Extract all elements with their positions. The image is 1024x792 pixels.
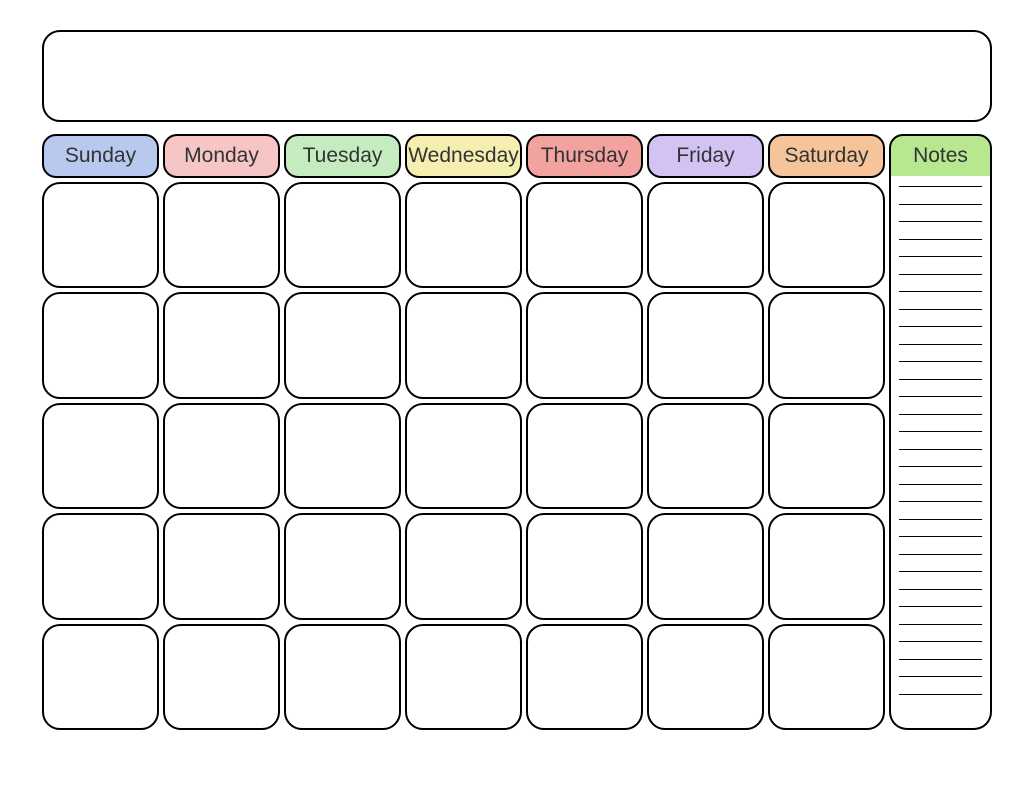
header-label: Saturday	[784, 144, 868, 168]
note-line	[899, 256, 982, 257]
day-cell	[526, 182, 643, 288]
day-cell	[526, 292, 643, 398]
header-monday: Monday	[163, 134, 280, 178]
note-line	[899, 379, 982, 380]
note-line	[899, 274, 982, 275]
day-cell	[647, 624, 764, 730]
header-sunday: Sunday	[42, 134, 159, 178]
header-label: Notes	[913, 144, 968, 168]
note-line	[899, 554, 982, 555]
calendar-grid: Sunday Monday Tuesday Wednesday Thursday…	[42, 134, 992, 730]
day-cell	[405, 403, 522, 509]
note-line	[899, 186, 982, 187]
header-label: Wednesday	[408, 144, 519, 168]
note-line	[899, 694, 982, 695]
note-line	[899, 484, 982, 485]
day-cell	[42, 182, 159, 288]
day-cell	[647, 403, 764, 509]
day-cell	[647, 182, 764, 288]
header-thursday: Thursday	[526, 134, 643, 178]
note-line	[899, 396, 982, 397]
day-cell	[647, 292, 764, 398]
note-line	[899, 606, 982, 607]
note-line	[899, 449, 982, 450]
note-line	[899, 221, 982, 222]
note-line	[899, 344, 982, 345]
day-cell	[42, 624, 159, 730]
header-friday: Friday	[647, 134, 764, 178]
day-cell	[284, 182, 401, 288]
day-cell	[284, 292, 401, 398]
note-line	[899, 624, 982, 625]
day-cell	[163, 403, 280, 509]
note-line	[899, 414, 982, 415]
note-line	[899, 239, 982, 240]
note-line	[899, 659, 982, 660]
day-cell	[163, 624, 280, 730]
day-cell	[768, 403, 885, 509]
note-line	[899, 204, 982, 205]
day-cell	[163, 513, 280, 619]
note-line	[899, 431, 982, 432]
note-line	[899, 589, 982, 590]
note-line	[899, 291, 982, 292]
day-cell	[768, 513, 885, 619]
header-label: Tuesday	[303, 144, 383, 168]
notes-column	[889, 176, 992, 730]
day-cell	[405, 624, 522, 730]
header-wednesday: Wednesday	[405, 134, 522, 178]
header-label: Friday	[676, 144, 734, 168]
note-line	[899, 536, 982, 537]
note-line	[899, 501, 982, 502]
calendar-page: Sunday Monday Tuesday Wednesday Thursday…	[0, 0, 1024, 792]
note-line	[899, 326, 982, 327]
note-line	[899, 361, 982, 362]
note-line	[899, 676, 982, 677]
day-cell	[284, 624, 401, 730]
header-label: Thursday	[541, 144, 629, 168]
header-label: Monday	[184, 144, 259, 168]
note-line	[899, 571, 982, 572]
header-tuesday: Tuesday	[284, 134, 401, 178]
day-cell	[768, 292, 885, 398]
day-cell	[768, 182, 885, 288]
day-cell	[163, 182, 280, 288]
note-line	[899, 641, 982, 642]
day-cell	[163, 292, 280, 398]
day-cell	[284, 403, 401, 509]
day-cell	[647, 513, 764, 619]
header-label: Sunday	[65, 144, 136, 168]
header-saturday: Saturday	[768, 134, 885, 178]
note-line	[899, 466, 982, 467]
title-box	[42, 30, 992, 122]
day-cell	[42, 403, 159, 509]
day-cell	[526, 624, 643, 730]
day-cell	[768, 624, 885, 730]
note-line	[899, 309, 982, 310]
day-cell	[42, 513, 159, 619]
note-line	[899, 519, 982, 520]
day-cell	[405, 292, 522, 398]
header-notes: Notes	[889, 134, 992, 178]
day-cell	[526, 403, 643, 509]
day-cell	[405, 513, 522, 619]
day-cell	[405, 182, 522, 288]
day-cell	[284, 513, 401, 619]
day-cell	[526, 513, 643, 619]
day-cell	[42, 292, 159, 398]
